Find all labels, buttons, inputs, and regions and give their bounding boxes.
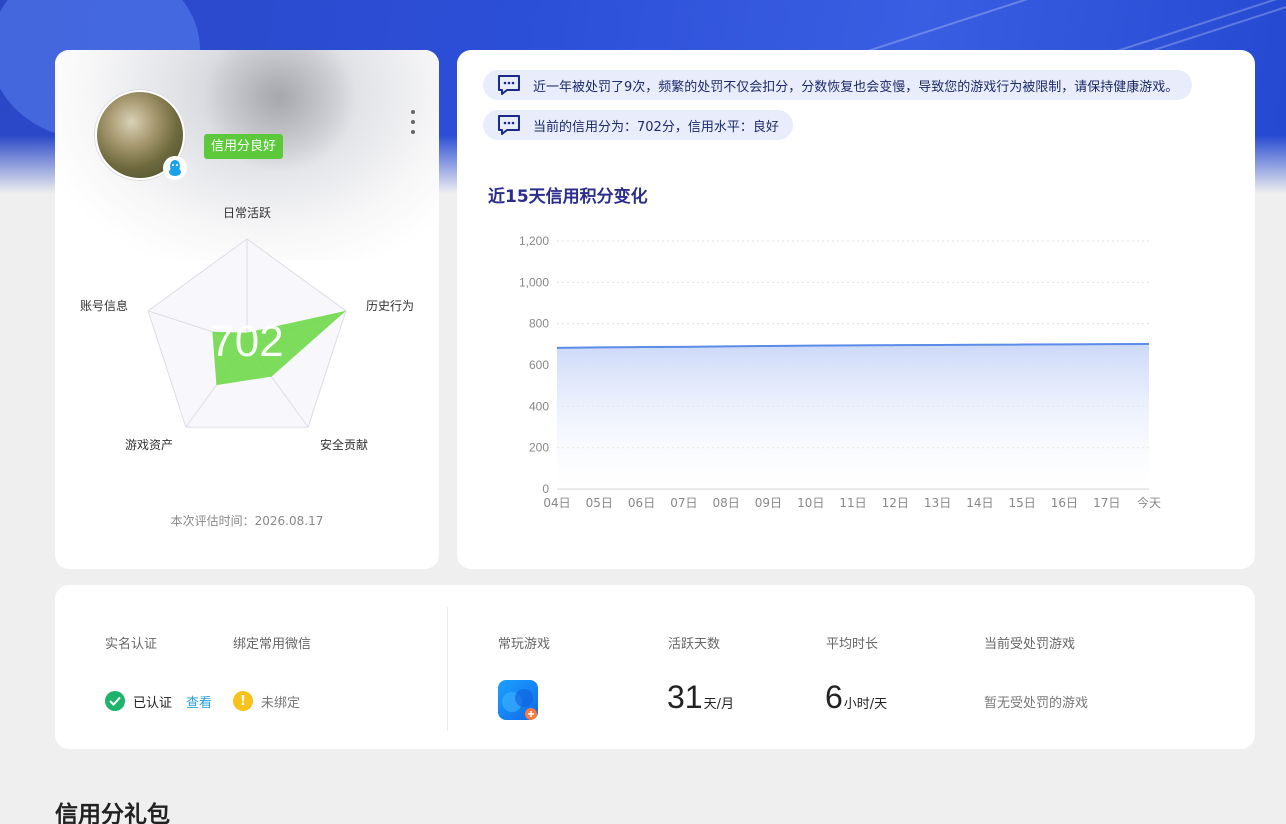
chart-x-tick-label: 06日 — [628, 496, 655, 510]
credit-line-chart: 0 200 400 600 800 1,000 1,200 04日 05日 06日 07日 08日 0… — [519, 234, 1161, 510]
punished-game-label: 当前受处罚游戏 — [984, 637, 1076, 652]
avg-time-label: 平均时长 — [826, 637, 879, 652]
chart-y-tick-label: 400 — [529, 399, 549, 413]
profile-card: 信用分良好 702 日常活跃 历史行为 安全贡献 游戏资产 账号信息 本次评估时… — [55, 50, 439, 569]
radar-score-text: 702 — [210, 317, 283, 366]
avg-time-value: 6 — [825, 679, 843, 715]
check-circle-icon — [105, 691, 125, 711]
punished-game-value: 暂无受处罚的游戏 — [984, 696, 1089, 711]
chart-y-tick-label: 1,200 — [519, 234, 549, 248]
chart-y-tick-label: 800 — [529, 317, 549, 331]
chart-x-tick-label: 05日 — [586, 496, 613, 510]
chart-x-tick-label: 15日 — [1009, 496, 1036, 510]
realname-status-text: 已认证 — [133, 695, 173, 711]
chart-x-tick-label: 07日 — [670, 496, 697, 510]
chart-x-tick-label: 09日 — [755, 496, 782, 510]
avg-time: 6 小时/天 — [825, 679, 887, 716]
chart-x-tick-label: 10日 — [797, 496, 824, 510]
radar-axis-label-history: 历史行为 — [366, 299, 415, 313]
realname-label: 实名认证 — [105, 637, 158, 652]
chart-x-tick-label: 14日 — [966, 496, 993, 510]
chart-area-fill — [557, 343, 1149, 489]
chart-y-tick-label: 600 — [529, 358, 549, 372]
active-days-unit: 天/月 — [703, 697, 734, 712]
chart-x-tick-label: 17日 — [1093, 496, 1120, 510]
credit-trend-card: 近一年被处罚了9次，频繁的处罚不仅会扣分，分数恢复也会变慢，导致您的游戏行为被限… — [457, 50, 1255, 569]
chart-x-tick-label: 13日 — [924, 496, 951, 510]
active-days: 31 天/月 — [667, 679, 734, 716]
evaluation-time: 本次评估时间：2026.08.17 — [170, 514, 324, 528]
account-info-card: 实名认证 绑定常用微信 已认证 查看 ! 未绑定 常玩游戏 活跃天数 31 天/… — [55, 585, 1255, 749]
radar-axis-label-account: 账号信息 — [80, 299, 129, 313]
frequent-game-label: 常玩游戏 — [498, 637, 551, 652]
wechat-status-text: 未绑定 — [261, 695, 301, 711]
chart-x-tick-label: 12日 — [882, 496, 909, 510]
radar-axis-label-daily-active: 日常活跃 — [223, 206, 272, 220]
chart-x-tick-label: 04日 — [543, 496, 570, 510]
chart-y-tick-label: 200 — [529, 441, 549, 455]
avg-time-unit: 小时/天 — [843, 697, 888, 712]
section-title: 信用分礼包 — [55, 802, 170, 824]
active-days-value: 31 — [667, 679, 703, 715]
game-app-icon[interactable] — [498, 680, 538, 720]
chart-x-tick-label: 16日 — [1051, 496, 1078, 510]
chart-y-tick-label: 0 — [542, 482, 549, 496]
divider — [447, 607, 448, 731]
active-days-label: 活跃天数 — [668, 637, 721, 652]
radar-axis-label-assets: 游戏资产 — [125, 438, 174, 452]
chart-x-tick-label: 11日 — [839, 496, 866, 510]
chart-x-tick-label: 08日 — [713, 496, 740, 510]
radar-axis-label-security: 安全贡献 — [320, 438, 369, 452]
chart-x-tick-label: 今天 — [1137, 495, 1161, 510]
chart-y-tick-label: 1,000 — [519, 275, 549, 289]
view-realname-link[interactable]: 查看 — [186, 692, 212, 711]
wechat-label: 绑定常用微信 — [233, 637, 312, 652]
warning-icon: ! — [233, 691, 253, 711]
wechat-status: ! 未绑定 — [233, 691, 300, 711]
realname-status: 已认证 查看 — [105, 691, 212, 711]
